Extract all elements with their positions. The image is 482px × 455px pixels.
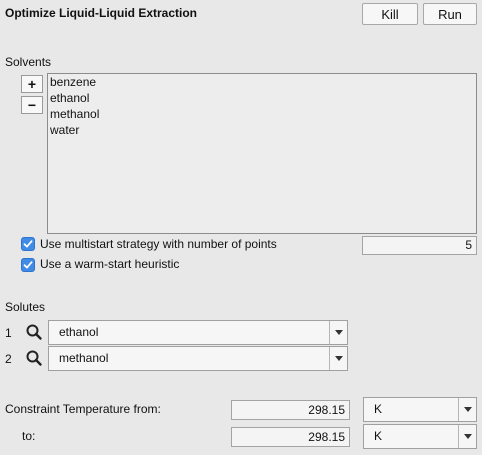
chevron-down-icon[interactable] [329,347,347,370]
solvents-list[interactable]: benzene ethanol methanol water [47,73,477,234]
solute-1-select[interactable]: ethanol [48,320,348,345]
list-item[interactable]: methanol [48,106,476,122]
solute-index: 2 [5,352,12,366]
chevron-down-icon[interactable] [329,321,347,344]
window-title: Optimize Liquid-Liquid Extraction [5,6,197,20]
temperature-to-unit-select[interactable]: K [363,424,477,449]
run-button[interactable]: Run [423,3,477,25]
chevron-down-icon[interactable] [458,425,476,448]
temperature-from-unit-select[interactable]: K [363,397,477,422]
multistart-label: Use multistart strategy with number of p… [40,237,277,251]
search-icon[interactable] [25,349,43,370]
solute-2-select[interactable]: methanol [48,346,348,371]
solvents-label: Solvents [5,55,52,69]
solutes-label: Solutes [5,300,46,314]
list-item[interactable]: water [48,122,476,138]
temperature-to-unit: K [374,429,383,443]
search-icon[interactable] [25,323,43,344]
temperature-to-field[interactable]: 298.15 [231,427,350,447]
solute-index: 1 [5,326,12,340]
checkmark-icon [23,240,33,248]
chevron-down-icon[interactable] [458,398,476,421]
constraint-to-label: to: [22,429,36,443]
checkmark-icon [23,261,33,269]
warmstart-label: Use a warm-start heuristic [40,257,180,271]
list-item[interactable]: ethanol [48,90,476,106]
list-item[interactable]: benzene [48,74,476,90]
solute-1-value: ethanol [59,325,99,339]
solute-2-value: methanol [59,351,109,365]
temperature-from-field[interactable]: 298.15 [231,400,350,420]
temperature-from-unit: K [374,402,383,416]
multistart-points-field[interactable]: 5 [362,236,477,255]
kill-button[interactable]: Kill [362,3,418,25]
warmstart-checkbox[interactable] [21,258,35,272]
add-solvent-button[interactable]: + [21,75,43,93]
multistart-checkbox[interactable] [21,237,35,251]
remove-solvent-button[interactable]: − [21,96,43,114]
constraint-from-label: Constraint Temperature from: [5,402,161,416]
